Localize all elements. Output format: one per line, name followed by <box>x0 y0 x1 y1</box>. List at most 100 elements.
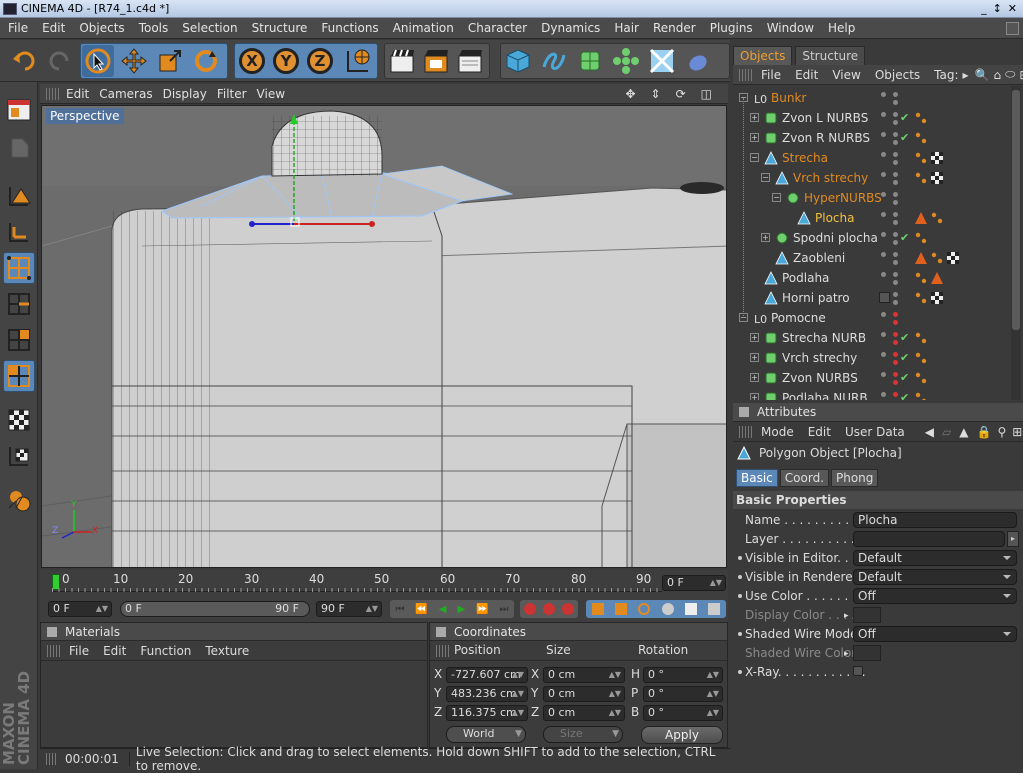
scrollbar-thumb[interactable] <box>1012 90 1020 330</box>
editor-visibility-dot[interactable] <box>881 132 886 137</box>
phong-tag-icon[interactable] <box>915 152 927 164</box>
scale-icon[interactable] <box>154 45 186 77</box>
size-z-field[interactable]: 0 cm ▲▼ <box>543 705 625 721</box>
editor-visibility-dot[interactable] <box>881 252 886 257</box>
render-visibility-dot[interactable] <box>893 112 898 117</box>
live-selection-icon[interactable] <box>82 45 114 77</box>
render-visibility-dot[interactable] <box>893 292 898 297</box>
spline-icon[interactable] <box>538 45 570 77</box>
objects-menu-tags[interactable]: Tag: <box>934 68 962 82</box>
record-icon[interactable] <box>523 603 536 615</box>
phong-tag-icon[interactable] <box>915 112 927 124</box>
uv-mode-icon[interactable] <box>3 360 35 392</box>
animatable-bullet-icon[interactable] <box>738 670 742 674</box>
phong-tag-icon[interactable] <box>915 292 927 304</box>
preview-range-slider[interactable]: 0 F 90 F <box>120 601 310 617</box>
phong-tag-icon[interactable] <box>915 392 927 400</box>
attribute-dropdown[interactable]: Off <box>853 588 1017 604</box>
object-name[interactable]: Podlaha <box>782 268 829 288</box>
pan-view-icon[interactable]: ✥ <box>625 87 645 101</box>
cube-icon[interactable] <box>502 45 534 77</box>
menu-structure[interactable]: Structure <box>244 21 314 35</box>
object-name[interactable]: Zvon L NURBS <box>782 108 868 128</box>
animatable-bullet-icon[interactable] <box>738 632 742 636</box>
coordinate-system-select[interactable]: World ▼ <box>446 726 526 743</box>
redo-icon[interactable] <box>44 45 76 77</box>
expand-toggle-icon[interactable]: + <box>750 373 759 382</box>
texture-mode-icon[interactable] <box>3 404 35 436</box>
layer-link-field[interactable] <box>853 531 1005 547</box>
minimize-button[interactable]: _ <box>981 2 987 15</box>
rot-h-field[interactable]: 0 ° ▲▼ <box>643 667 723 683</box>
render-visibility-dot[interactable] <box>893 280 898 285</box>
materials-menu-texture[interactable]: Texture <box>205 644 263 658</box>
polygons-mode-icon[interactable] <box>3 324 35 356</box>
object-row[interactable]: + Vrch strechy ✔ <box>733 348 1023 368</box>
maximize-view-icon[interactable]: ◫ <box>701 87 722 101</box>
selection-tag-icon[interactable] <box>915 252 927 264</box>
editor-visibility-dot[interactable] <box>881 312 886 317</box>
object-name[interactable]: Horni patro <box>782 288 850 308</box>
attributes-menu-userdata[interactable]: User Data <box>845 425 919 439</box>
render-visibility-dot[interactable] <box>893 120 898 125</box>
editor-visibility-dot[interactable] <box>881 112 886 117</box>
phong-tag-icon[interactable] <box>915 332 927 344</box>
make-editable-icon[interactable] <box>3 132 35 164</box>
drag-grip-icon[interactable] <box>46 87 60 100</box>
zoom-view-icon[interactable]: ⇕ <box>651 87 671 101</box>
key-parameter-icon[interactable] <box>661 603 674 615</box>
link-icon[interactable]: ⬭ <box>1005 67 1019 82</box>
render-visibility-dot[interactable] <box>893 160 898 165</box>
animatable-bullet-icon[interactable] <box>738 594 742 598</box>
render-visibility-dot[interactable] <box>893 180 898 185</box>
layout-icon[interactable] <box>3 94 35 126</box>
layer-menu-arrow-icon[interactable]: ▸ <box>1007 531 1019 547</box>
phong-tag-icon[interactable] <box>915 172 927 184</box>
object-row[interactable]: − L0 Pomocne <box>733 308 1023 328</box>
render-visibility-dot[interactable] <box>893 100 898 105</box>
viewport-menu-filter[interactable]: Filter <box>217 87 257 101</box>
expand-toggle-icon[interactable]: − <box>750 153 759 162</box>
expand-toggle-icon[interactable] <box>783 213 792 222</box>
menu-tools[interactable]: Tools <box>131 21 175 35</box>
texture-tag-icon[interactable] <box>931 292 943 304</box>
phong-tag-icon[interactable] <box>931 212 943 224</box>
close-button[interactable]: ✕ <box>1008 2 1017 15</box>
render-visibility-dot[interactable] <box>893 152 898 157</box>
enabled-check-icon[interactable]: ✔ <box>900 108 909 128</box>
render-visibility-dot[interactable] <box>893 192 898 197</box>
texture-axis-icon[interactable] <box>3 440 35 472</box>
nurbs-icon[interactable] <box>574 45 606 77</box>
phong-tag-icon[interactable] <box>915 272 927 284</box>
panel-handle-icon[interactable] <box>47 626 57 637</box>
go-to-start-icon[interactable]: ⏮ <box>395 604 404 615</box>
animatable-bullet-icon[interactable] <box>738 575 742 579</box>
panel-handle-icon[interactable] <box>436 626 446 637</box>
object-name[interactable]: Podlaha NURB <box>782 388 868 400</box>
texture-tag-icon[interactable] <box>931 152 943 164</box>
render-visibility-dot[interactable] <box>893 352 898 357</box>
materials-menu-function[interactable]: Function <box>140 644 205 658</box>
render-visibility-dot[interactable] <box>893 212 898 217</box>
back-arrow-icon[interactable]: ◀ <box>925 425 942 439</box>
materials-menu-edit[interactable]: Edit <box>103 644 140 658</box>
expand-toggle-icon[interactable]: + <box>750 113 759 122</box>
previous-key-icon[interactable]: ⏪ <box>415 604 427 615</box>
start-frame-field[interactable]: 0 F ▲▼ <box>48 601 112 617</box>
object-name[interactable]: Pomocne <box>771 308 826 328</box>
menu-render[interactable]: Render <box>645 21 702 35</box>
render-visibility-dot[interactable] <box>893 332 898 337</box>
tab-coord[interactable]: Coord. <box>779 469 829 487</box>
key-scale-icon[interactable] <box>614 603 627 615</box>
go-to-end-icon[interactable]: ⏭ <box>499 604 508 615</box>
object-row[interactable]: + Zvon NURBS ✔ <box>733 368 1023 388</box>
color-swatch[interactable] <box>853 645 881 661</box>
menu-animation[interactable]: Animation <box>385 21 460 35</box>
phong-tag-icon[interactable] <box>915 352 927 364</box>
attribute-text-field[interactable]: Plocha <box>853 512 1017 528</box>
object-row[interactable]: Zaobleni <box>733 248 1023 268</box>
viewport-menu-edit[interactable]: Edit <box>66 87 99 101</box>
3d-viewport[interactable]: Perspective Y Z X <box>41 105 727 568</box>
expand-toggle-icon[interactable]: − <box>761 173 770 182</box>
pos-x-field[interactable]: -727.607 cm ▲▼ <box>446 667 528 683</box>
